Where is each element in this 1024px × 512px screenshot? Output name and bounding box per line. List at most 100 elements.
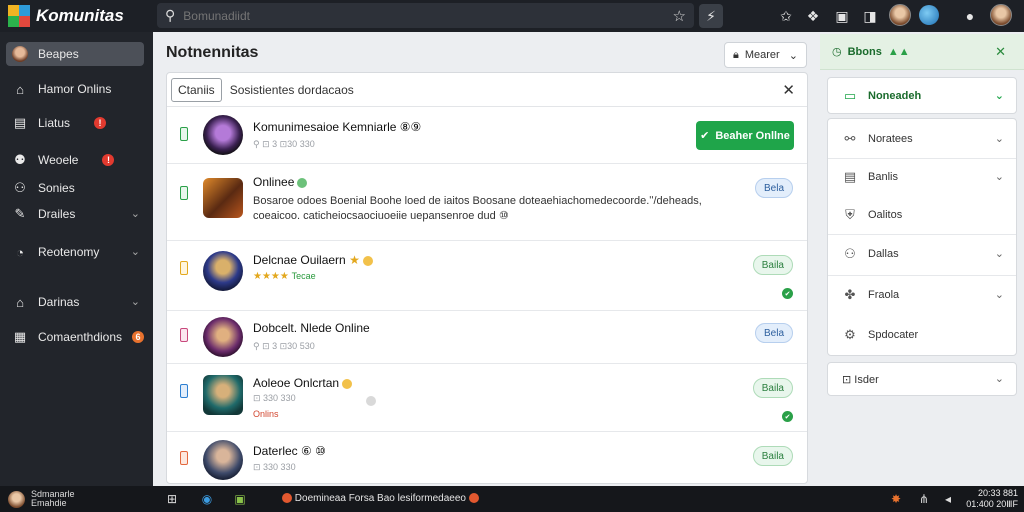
list-item[interactable]: Dobcelt. Nlede Online ⚲ ⊡ 3 ⊡30 530 Bela	[167, 311, 807, 364]
category-selected[interactable]: ▭ Noneadeh ⌄	[828, 78, 1016, 114]
avatar[interactable]	[889, 4, 911, 26]
search-bar[interactable]: ⚲ ☆	[157, 3, 694, 28]
category-banlis[interactable]: ▤ Banlis ⌄	[828, 159, 1016, 195]
status-badge[interactable]: Bela	[754, 178, 793, 198]
star-icon[interactable]: ☆	[673, 7, 686, 25]
windows-icon[interactable]: ⊞	[164, 491, 180, 507]
community-meta: ⚲ ⊡ 3 ⊡30 330	[253, 139, 315, 149]
join-button-label: Beaher Onllne	[715, 129, 790, 142]
category-dallas[interactable]: ⚇ Dallas ⌄	[828, 236, 1016, 272]
status-badge[interactable]: Bela	[754, 323, 793, 343]
tools-icon: ✎	[14, 206, 26, 221]
status-badge[interactable]: Baila	[752, 255, 793, 275]
sidebar-item-label: Comaenthdions	[37, 330, 123, 344]
community-name: Dobcelt. Nlede Online	[253, 321, 370, 335]
sitemap-icon: ⚯	[844, 131, 856, 146]
category-spdocater[interactable]: ⚙ Spdocater	[828, 317, 1016, 353]
sidebar-item-liatus[interactable]: ▤ Liatus !	[6, 111, 144, 135]
settings-icon: ⚙	[844, 327, 856, 342]
list-item[interactable]: Onlinee Bosaroe odoes Boenial Boohe loed…	[167, 164, 807, 241]
filter-chip[interactable]: Ctaniis	[171, 77, 222, 102]
tag-icon	[180, 451, 188, 465]
clock-time: 20:33 881	[977, 488, 1018, 498]
avatar	[203, 317, 243, 357]
join-button[interactable]: ✔ Beaher Onllne	[696, 121, 794, 150]
sidebar-item-label: Weoele	[38, 153, 79, 167]
browser-icon[interactable]: ◉	[199, 491, 215, 507]
sidebar-item-label: Hamor Onlins	[38, 82, 112, 96]
community-meta: ⊡ 330 330	[253, 462, 296, 472]
shield-icon: ⛨	[845, 207, 855, 222]
avatar	[203, 375, 243, 415]
category-label: Fraola	[868, 289, 900, 301]
search-input[interactable]	[183, 8, 665, 23]
brand[interactable]: Komunitas	[0, 0, 153, 32]
chevron-down-icon: ⌄	[130, 296, 140, 308]
taskbar-user[interactable]: Sdmanarle Emahdie	[8, 490, 75, 508]
selected-category[interactable]: ▭ Noneadeh ⌄	[827, 77, 1017, 114]
right-panel-header: ◷ Bbons ▲▲ ✕	[820, 34, 1024, 70]
community-name: Onlinee	[253, 175, 308, 189]
sidebar-item-label: Drailes	[38, 207, 76, 221]
clock[interactable]: 20:33 881 01:400 20ⅢF	[966, 488, 1018, 510]
category-noratees[interactable]: ⚯ Noratees ⌄	[828, 121, 1016, 157]
category-oalitos[interactable]: ⛨ Oalitos	[828, 197, 1016, 233]
status-badge[interactable]: Baila	[752, 446, 793, 466]
profile-avatar[interactable]	[990, 4, 1012, 26]
category-label: Banlis	[868, 171, 898, 183]
tag-icon	[180, 186, 188, 200]
close-icon[interactable]: ✕	[782, 81, 795, 99]
avatar	[12, 46, 28, 62]
users-icon: ⚇	[844, 246, 856, 261]
user-info: Sdmanarle Emahdie	[31, 489, 75, 508]
community-name: Aoleoe Onlcrtan	[253, 376, 353, 390]
app-logo	[8, 5, 30, 27]
sidebar-item-beapes[interactable]: Beapes	[6, 42, 144, 66]
files-icon[interactable]: ▣	[232, 491, 248, 507]
clock-icon: ◷	[832, 46, 842, 58]
chevron-down-icon: ⌄	[130, 208, 140, 220]
sidebar-item-weoele[interactable]: ⚉ Weoele !	[6, 148, 144, 172]
app-icon	[468, 493, 479, 504]
sidebar-item-label: Darinas	[38, 295, 80, 309]
sort-dropdown[interactable]: 🔒︎ Mearer ⌄	[724, 42, 807, 68]
close-icon[interactable]: ✕	[995, 44, 1006, 60]
chat-icon[interactable]: ◨	[858, 4, 882, 28]
taskbar-window-title[interactable]: Doemineaa Forsa Bao lesiformedaeeo	[282, 493, 479, 504]
sidebar-item-label: Beapes	[38, 47, 79, 61]
emoji-icon	[362, 255, 373, 266]
filter-item[interactable]: ⊡ Isder ⌄	[828, 363, 1016, 395]
app-name: Komunitas	[36, 6, 124, 25]
globe-icon[interactable]	[919, 5, 939, 25]
list-item[interactable]: Delcnae Ouilaern ★ ★★★★ Tecae Baila ✔	[167, 241, 807, 311]
pin-icon[interactable]: ✩	[774, 4, 798, 28]
status-badge[interactable]: Baila	[752, 378, 793, 398]
volume-icon[interactable]: ◂	[940, 491, 956, 507]
network-icon[interactable]: ⋔	[916, 491, 932, 507]
notification-icon[interactable]: ✸	[888, 491, 904, 507]
sidebar-item-reotenomy[interactable]: ◔ Reotenomy ⌄	[6, 240, 144, 264]
chart-icon: ◔	[16, 244, 24, 260]
search-icon: ⚲	[165, 7, 176, 23]
tag-icon	[180, 261, 188, 275]
sidebar: Beapes ⌂ Hamor Onlins ▤ Liatus ! ⚉ Weoel…	[0, 32, 153, 486]
grid-icon[interactable]: ▣	[830, 4, 854, 28]
puzzle-icon[interactable]: ❖	[801, 4, 825, 28]
category-fraola[interactable]: ✤ Fraola ⌄	[828, 277, 1016, 313]
lock-icon: 🔒︎	[733, 48, 739, 61]
sidebar-item-comaenthdions[interactable]: ▦ Comaenthdions 6	[6, 325, 144, 349]
chevron-down-icon: ⌄	[788, 49, 798, 62]
sort-label: Mearer	[744, 49, 780, 61]
sidebar-item-hamor[interactable]: ⌂ Hamor Onlins	[6, 77, 144, 101]
community-name: Daterlec ⑥ ⑩	[253, 444, 326, 458]
extension-icon[interactable]: ⚡	[699, 4, 723, 28]
sidebar-item-sonies[interactable]: ⚇ Sonies	[6, 176, 144, 200]
sidebar-item-drailes[interactable]: ✎ Drailes ⌄	[6, 202, 144, 226]
list-item[interactable]: Komunimesaioe Kemniarle ⑧⑨ ⚲ ⊡ 3 ⊡30 330…	[167, 107, 807, 164]
alert-icon[interactable]: ●	[958, 4, 982, 28]
sidebar-item-darinas[interactable]: ⌂ Darinas ⌄	[6, 290, 144, 314]
list-item[interactable]: Aoleoe Onlcrtan ⊡ 330 330 Onlins Baila ✔	[167, 364, 807, 432]
filter-dropdown[interactable]: ⊡ Isder ⌄	[827, 362, 1017, 396]
list-item[interactable]: Daterlec ⑥ ⑩ ⊡ 330 330 Baila	[167, 432, 807, 483]
emoji-icon	[342, 378, 353, 389]
